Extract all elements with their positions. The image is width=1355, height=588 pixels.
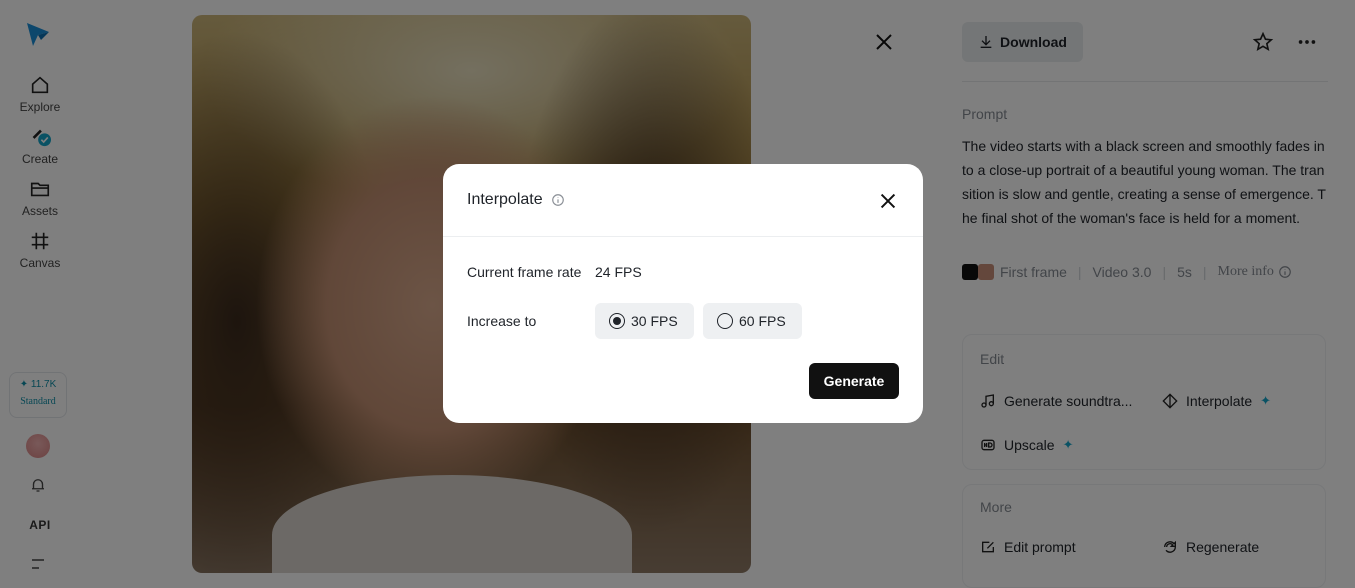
- dialog-title-text: Interpolate: [467, 191, 543, 208]
- dialog-title: Interpolate: [467, 191, 565, 209]
- fps-30-option[interactable]: 30 FPS: [595, 303, 694, 339]
- info-icon[interactable]: [551, 193, 565, 207]
- increase-to-label: Increase to: [467, 313, 537, 329]
- generate-button[interactable]: Generate: [809, 363, 899, 399]
- fps-30-label: 30 FPS: [631, 313, 678, 329]
- fps-60-label: 60 FPS: [739, 313, 786, 329]
- fps-60-option[interactable]: 60 FPS: [703, 303, 802, 339]
- close-icon[interactable]: [877, 190, 899, 212]
- radio-selected[interactable]: [609, 313, 625, 329]
- radio-unselected[interactable]: [717, 313, 733, 329]
- current-frame-rate-value: 24 FPS: [595, 264, 642, 280]
- current-frame-rate-label: Current frame rate: [467, 264, 582, 280]
- divider: [443, 236, 923, 237]
- interpolate-dialog: Interpolate Current frame rate 24 FPS In…: [443, 164, 923, 423]
